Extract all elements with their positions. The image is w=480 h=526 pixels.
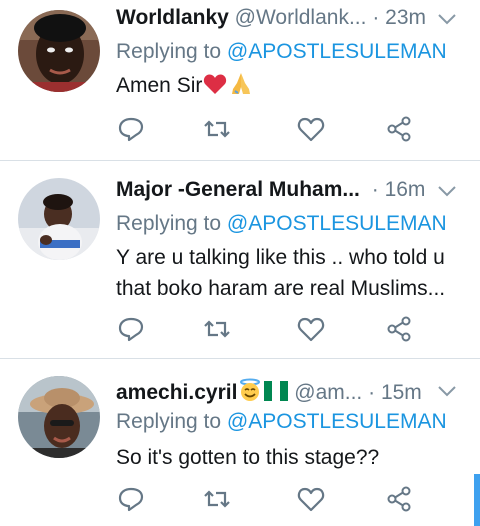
like-icon[interactable] <box>296 114 326 144</box>
separator: · <box>372 6 380 29</box>
tweet-text-line: So it's gotten to this stage?? <box>116 446 380 469</box>
timestamp[interactable]: 15m <box>381 381 422 404</box>
share-icon[interactable] <box>384 114 414 144</box>
tweet-text: So it's gotten to this stage?? <box>116 442 460 473</box>
replying-prefix: Replying to <box>116 40 227 63</box>
tweet-text-line: Y are u talking like this .. who told u <box>116 246 445 269</box>
retweet-icon[interactable] <box>202 114 232 144</box>
replying-user-link[interactable]: @APOSTLESULEMAN <box>227 40 447 63</box>
scrollbar[interactable] <box>474 474 480 526</box>
replying-prefix: Replying to <box>116 212 227 235</box>
tweet-header: Worldlanky @Worldlank... · 23m <box>116 6 458 40</box>
tweet-actions <box>116 314 416 344</box>
chevron-down-icon[interactable] <box>436 180 458 202</box>
tweet-header: Major -General Muham... · 16m <box>116 178 458 212</box>
smiling-face-with-halo-icon <box>238 378 262 408</box>
avatar[interactable] <box>18 10 100 92</box>
nigeria-flag-icon <box>264 381 289 407</box>
author-handle[interactable]: @am... <box>294 381 362 404</box>
author-handle[interactable]: @Worldlank... <box>235 6 367 29</box>
tweet-header: amechi.cyril @am... · 15m <box>116 378 458 412</box>
replying-to: Replying to @APOSTLESULEMAN <box>116 212 447 236</box>
reply-icon[interactable] <box>116 114 146 144</box>
replying-to: Replying to @APOSTLESULEMAN <box>116 410 447 434</box>
retweet-icon[interactable] <box>202 314 232 344</box>
tweet-text: Y are u talking like this .. who told u … <box>116 242 460 304</box>
chevron-down-icon[interactable] <box>436 380 458 402</box>
tweet[interactable]: Worldlanky @Worldlank... · 23m Replying … <box>0 0 480 160</box>
replying-user-link[interactable]: @APOSTLESULEMAN <box>227 410 447 433</box>
author-name[interactable]: Major -General Muham... <box>116 178 360 201</box>
separator: · <box>371 178 379 201</box>
author-name[interactable]: amechi.cyril <box>116 381 237 404</box>
replying-user-link[interactable]: @APOSTLESULEMAN <box>227 212 447 235</box>
retweet-icon[interactable] <box>202 484 232 514</box>
tweet-text-line: Amen Sir <box>116 74 203 97</box>
avatar[interactable] <box>18 376 100 458</box>
like-icon[interactable] <box>296 484 326 514</box>
timestamp[interactable]: 23m <box>385 6 426 29</box>
tweet-text-line: that boko haram are real Muslims... <box>116 277 446 300</box>
tweet-actions <box>116 114 416 144</box>
tweet[interactable]: Major -General Muham... · 16m Replying t… <box>0 160 480 358</box>
reply-icon[interactable] <box>116 484 146 514</box>
replying-prefix: Replying to <box>116 410 227 433</box>
tweet[interactable]: amechi.cyril @am... · 15m Replying to @A… <box>0 358 480 526</box>
share-icon[interactable] <box>384 484 414 514</box>
timestamp[interactable]: 16m <box>385 178 426 201</box>
reply-icon[interactable] <box>116 314 146 344</box>
share-icon[interactable] <box>384 314 414 344</box>
red-heart-icon <box>203 73 227 104</box>
author-name[interactable]: Worldlanky <box>116 6 229 29</box>
replying-to: Replying to @APOSTLESULEMAN <box>116 40 447 64</box>
chevron-down-icon[interactable] <box>436 8 458 30</box>
tweet-actions <box>116 484 416 514</box>
folded-hands-icon <box>230 71 252 104</box>
tweet-text: Amen Sir <box>116 70 460 104</box>
separator: · <box>368 381 376 404</box>
avatar[interactable] <box>18 178 100 260</box>
like-icon[interactable] <box>296 314 326 344</box>
